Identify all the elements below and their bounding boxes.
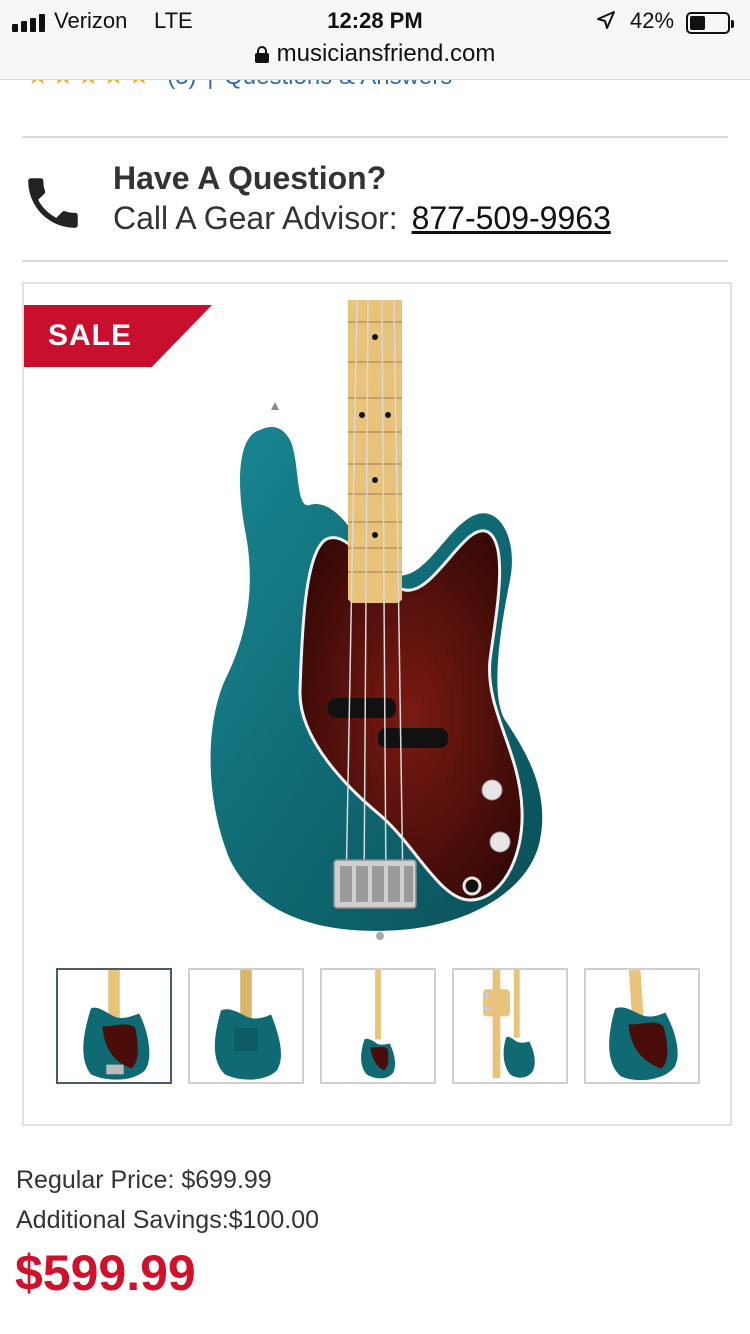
divider <box>22 260 728 262</box>
thumbnail-4[interactable] <box>452 968 568 1084</box>
sale-badge-label: SALE <box>48 319 133 352</box>
battery-percent: 42% <box>630 8 675 33</box>
browser-chrome: Verizon LTE 12:28 PM 42% musiciansfriend… <box>0 0 750 80</box>
question-heading: Have A Question? <box>113 160 387 196</box>
thumbnail-5[interactable] <box>584 968 700 1084</box>
regular-price: Regular Price: $699.99 <box>16 1166 272 1194</box>
gear-advisor-phone-link[interactable]: 877-509-9963 <box>412 200 611 236</box>
sale-price: $599.99 <box>15 1245 196 1301</box>
status-bar: Verizon LTE 12:28 PM 42% <box>0 6 750 36</box>
additional-savings: Additional Savings:$100.00 <box>16 1206 320 1234</box>
sale-badge: SALE <box>24 305 212 367</box>
thumbnail-2[interactable] <box>188 968 304 1084</box>
gear-advisor-line: Call A Gear Advisor: 877-509-9963 <box>113 200 611 237</box>
thumbnail-strip <box>56 968 702 1086</box>
url-bar[interactable]: musiciansfriend.com <box>0 40 750 68</box>
divider <box>22 136 728 138</box>
gear-advisor-label: Call A Gear Advisor: <box>113 200 398 236</box>
phone-icon <box>28 178 78 228</box>
location-arrow-icon <box>597 11 615 29</box>
url-text: musiciansfriend.com <box>276 40 496 67</box>
thumbnail-1[interactable] <box>56 968 172 1084</box>
lock-icon <box>254 46 269 63</box>
battery-icon <box>686 12 734 34</box>
product-main-image[interactable] <box>200 300 560 945</box>
thumbnail-3[interactable] <box>320 968 436 1084</box>
